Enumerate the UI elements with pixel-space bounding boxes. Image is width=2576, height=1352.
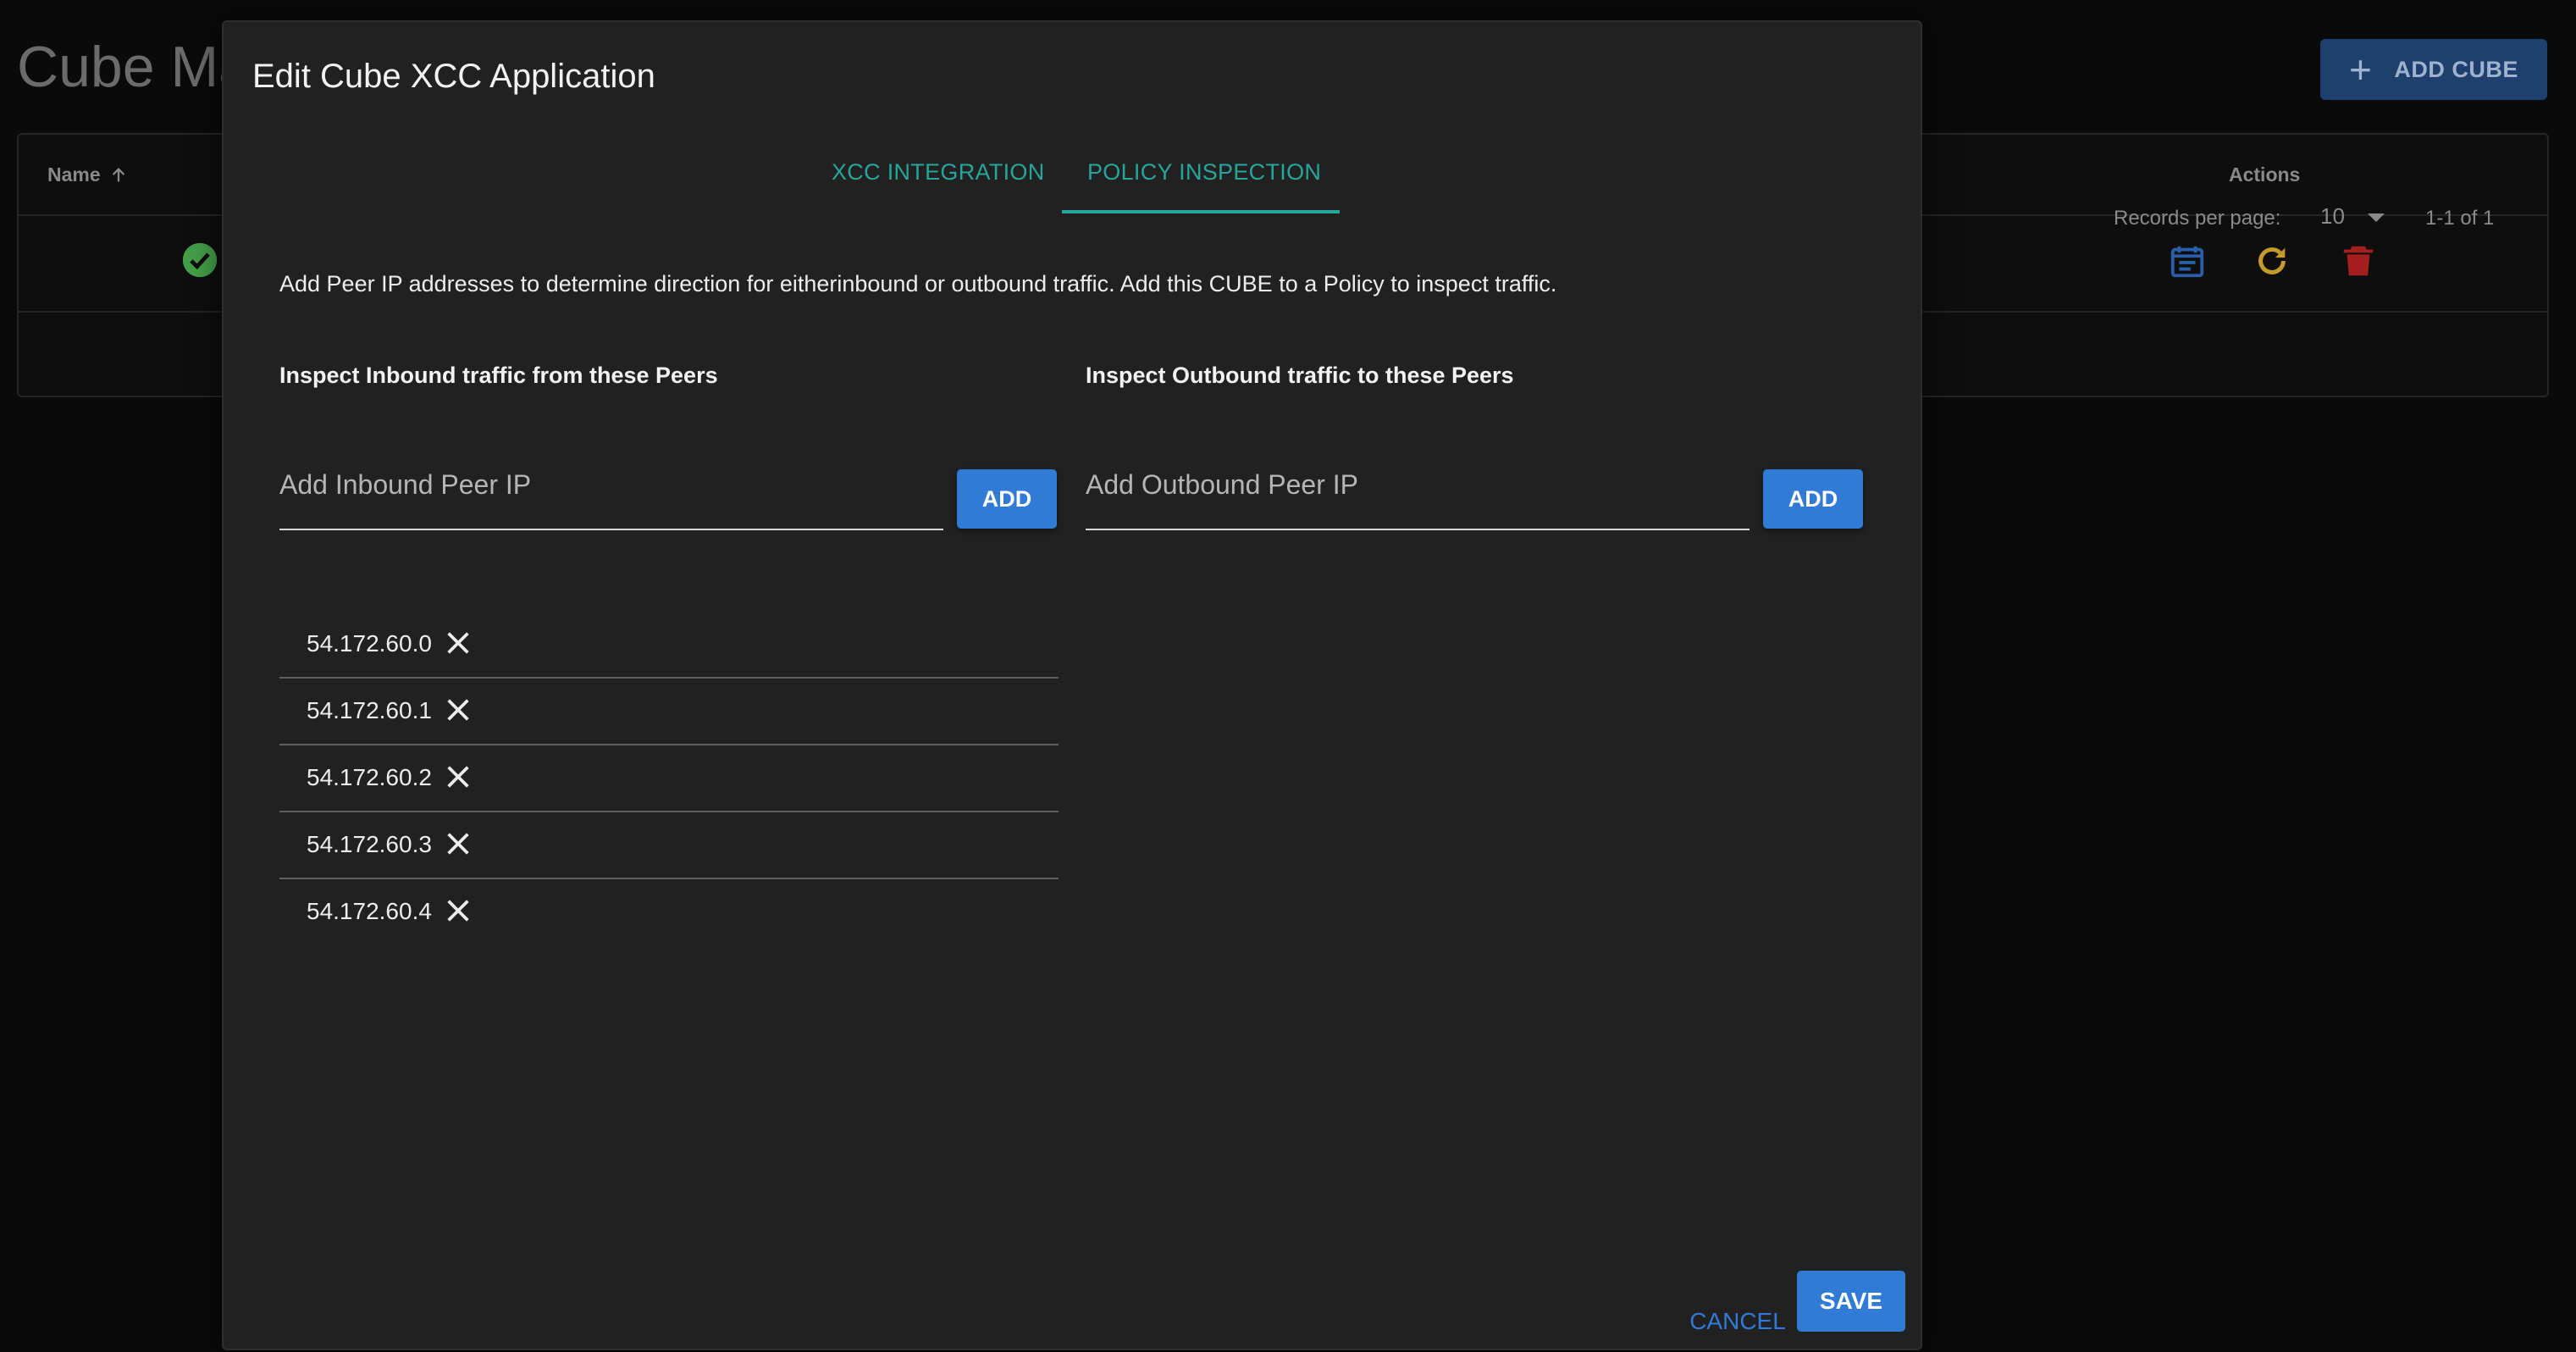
policy-description: Add Peer IP addresses to determine direc…: [279, 271, 1557, 296]
close-icon[interactable]: [444, 629, 473, 657]
tab-xcc-integration[interactable]: XCC INTEGRATION: [832, 159, 1045, 186]
add-outbound-peer-button[interactable]: ADD: [1763, 469, 1863, 529]
inbound-peer-input[interactable]: [279, 459, 943, 510]
list-item: 54.172.60.0: [279, 612, 1059, 679]
list-item: 54.172.60.3: [279, 812, 1059, 879]
check-circle-icon: [182, 242, 218, 278]
plus-icon: +: [2349, 47, 2373, 91]
list-item: 54.172.60.4: [279, 879, 1059, 945]
calendar-icon[interactable]: [2168, 241, 2207, 280]
records-per-page-select[interactable]: 10: [2320, 203, 2345, 230]
add-inbound-peer-button[interactable]: ADD: [957, 469, 1057, 529]
add-cube-label: ADD CUBE: [2394, 56, 2518, 82]
add-cube-button[interactable]: + ADD CUBE: [2320, 39, 2547, 100]
column-name-label: Name: [47, 163, 101, 186]
save-button[interactable]: SAVE: [1797, 1271, 1905, 1332]
outbound-peer-field: [1086, 459, 1750, 530]
inbound-heading: Inspect Inbound traffic from these Peers: [279, 363, 718, 388]
peer-ip: 54.172.60.2: [307, 764, 432, 790]
dialog-title: Edit Cube XCC Application: [252, 58, 655, 95]
refresh-icon[interactable]: [2253, 241, 2291, 280]
edit-cube-dialog: Edit Cube XCC Application XCC INTEGRATIO…: [222, 20, 1922, 1350]
page-title: Cube Ma: [17, 35, 251, 99]
column-header-name[interactable]: Name: [47, 163, 128, 186]
column-header-actions: Actions: [2229, 163, 2301, 186]
arrow-up-icon: [112, 167, 124, 181]
inbound-peer-list: 54.172.60.0 54.172.60.1 54.172.60.2 54.1…: [279, 612, 1059, 945]
cancel-button[interactable]: CANCEL: [1670, 1291, 1805, 1352]
trash-icon[interactable]: [2339, 241, 2378, 280]
records-per-page-label: Records per page:: [2114, 207, 2281, 230]
inbound-peer-field: [279, 459, 943, 530]
peer-ip: 54.172.60.4: [307, 898, 432, 924]
close-icon[interactable]: [444, 896, 473, 925]
peer-ip: 54.172.60.3: [307, 831, 432, 857]
outbound-peer-input[interactable]: [1086, 459, 1750, 510]
active-tab-indicator: [1062, 210, 1340, 213]
peer-ip: 54.172.60.1: [307, 697, 432, 723]
close-icon[interactable]: [444, 829, 473, 858]
caret-down-icon[interactable]: [2368, 213, 2385, 222]
list-item: 54.172.60.2: [279, 745, 1059, 812]
outbound-heading: Inspect Outbound traffic to these Peers: [1086, 363, 1514, 388]
close-icon[interactable]: [444, 762, 473, 791]
pagination-range: 1-1 of 1: [2425, 207, 2495, 230]
peer-ip: 54.172.60.0: [307, 630, 432, 657]
tab-policy-inspection[interactable]: POLICY INSPECTION: [1087, 159, 1321, 186]
close-icon[interactable]: [444, 695, 473, 724]
list-item: 54.172.60.1: [279, 679, 1059, 745]
